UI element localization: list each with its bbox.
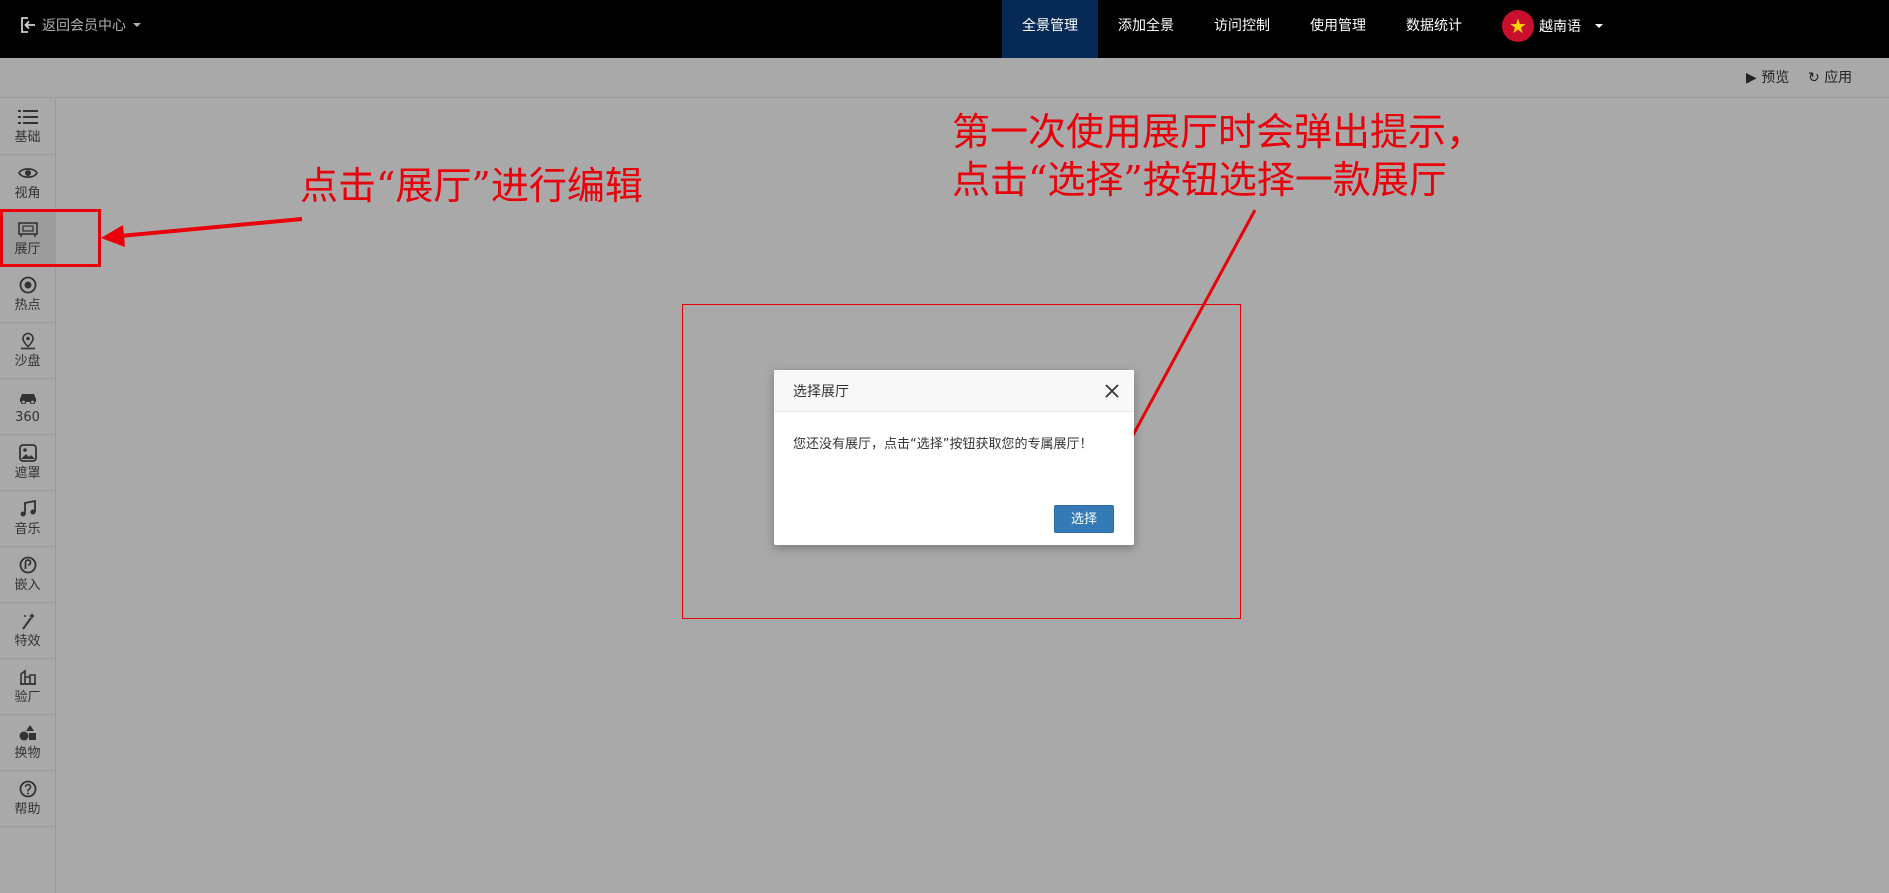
dialog-message: 您还没有展厅，点击“选择”按钮获取您的专属展厅！	[793, 437, 1093, 452]
annotation-arrow-left	[101, 217, 303, 247]
close-icon[interactable]	[1104, 383, 1120, 399]
dialog-header: 选择展厅	[774, 370, 1134, 412]
select-button[interactable]: 选择	[1054, 505, 1114, 533]
dialog-title: 选择展厅	[793, 383, 849, 400]
select-gallery-dialog: 选择展厅 您还没有展厅，点击“选择”按钮获取您的专属展厅！ 选择	[774, 370, 1134, 545]
